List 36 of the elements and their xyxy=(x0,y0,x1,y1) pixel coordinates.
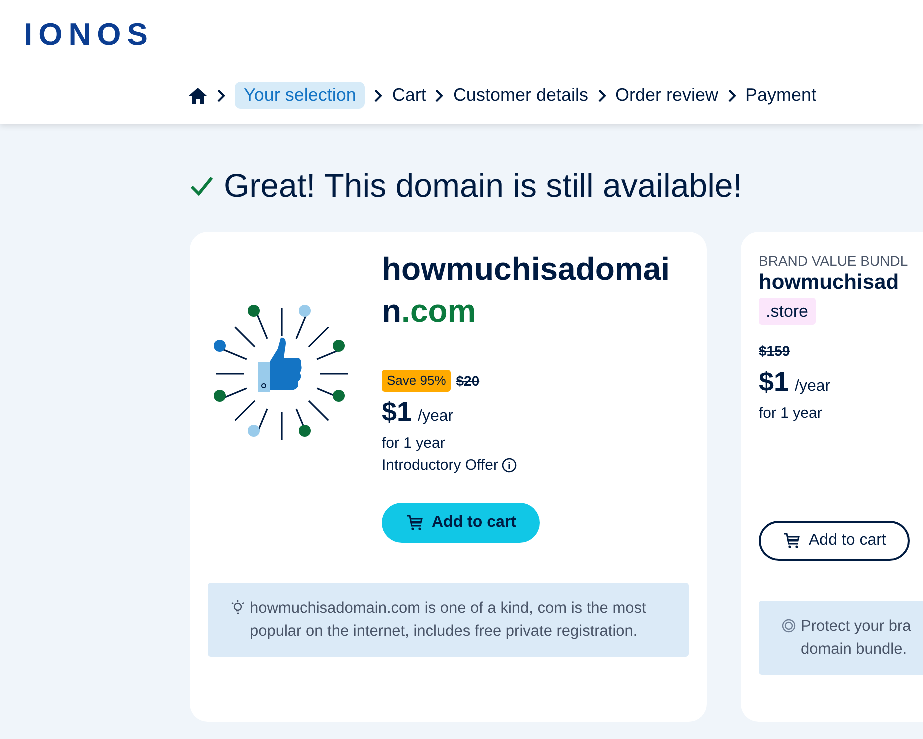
add-to-cart-button[interactable]: Add to cart xyxy=(382,502,540,542)
offer-text: Introductory Offer xyxy=(382,456,498,476)
breadcrumb-step[interactable]: Customer details xyxy=(453,82,588,109)
breadcrumb-step[interactable]: Your selection xyxy=(235,82,366,109)
breadcrumb-step[interactable]: Order review xyxy=(616,82,719,109)
old-price: $159 xyxy=(759,342,790,361)
logo[interactable]: IONOS xyxy=(24,12,154,58)
domain-name: howmuchisadomain.com xyxy=(382,250,672,331)
domain-name: howmuchisad xyxy=(759,270,900,296)
tld-tag: .store xyxy=(759,298,816,325)
chevron-icon xyxy=(598,88,606,102)
add-to-cart-button[interactable]: Add to cart xyxy=(759,520,910,560)
breadcrumb-step[interactable]: Cart xyxy=(392,82,426,109)
price-period: /year xyxy=(418,407,454,427)
cart-icon xyxy=(406,514,424,530)
lightbulb-icon xyxy=(231,600,245,616)
term-text: for 1 year xyxy=(382,434,446,454)
home-icon[interactable] xyxy=(188,86,208,104)
chevron-icon xyxy=(728,88,737,102)
price: $1 xyxy=(759,366,790,399)
info-icon[interactable] xyxy=(502,458,518,473)
discount-badge: Save 95% xyxy=(382,370,452,392)
old-price: $20 xyxy=(456,372,480,390)
price-period: /year xyxy=(795,377,831,397)
info-text: howmuchisadomain.com is one of a kind, com is the most popular on the internet, includes free private registration. xyxy=(250,598,648,642)
term-text: for 1 year xyxy=(759,404,824,424)
headline: Great! This domain is still available! xyxy=(224,166,742,206)
info-text: Protect your bra domain bundle. xyxy=(801,616,912,660)
chevron-icon xyxy=(217,88,226,102)
bundle-label: BRAND VALUE BUNDL xyxy=(759,252,910,270)
cart-icon xyxy=(783,532,801,548)
chevron-icon xyxy=(374,88,384,102)
price: $1 xyxy=(382,396,412,429)
check-icon xyxy=(190,175,214,197)
breadcrumb-step[interactable]: Payment xyxy=(746,82,817,109)
chevron-icon xyxy=(435,88,444,102)
